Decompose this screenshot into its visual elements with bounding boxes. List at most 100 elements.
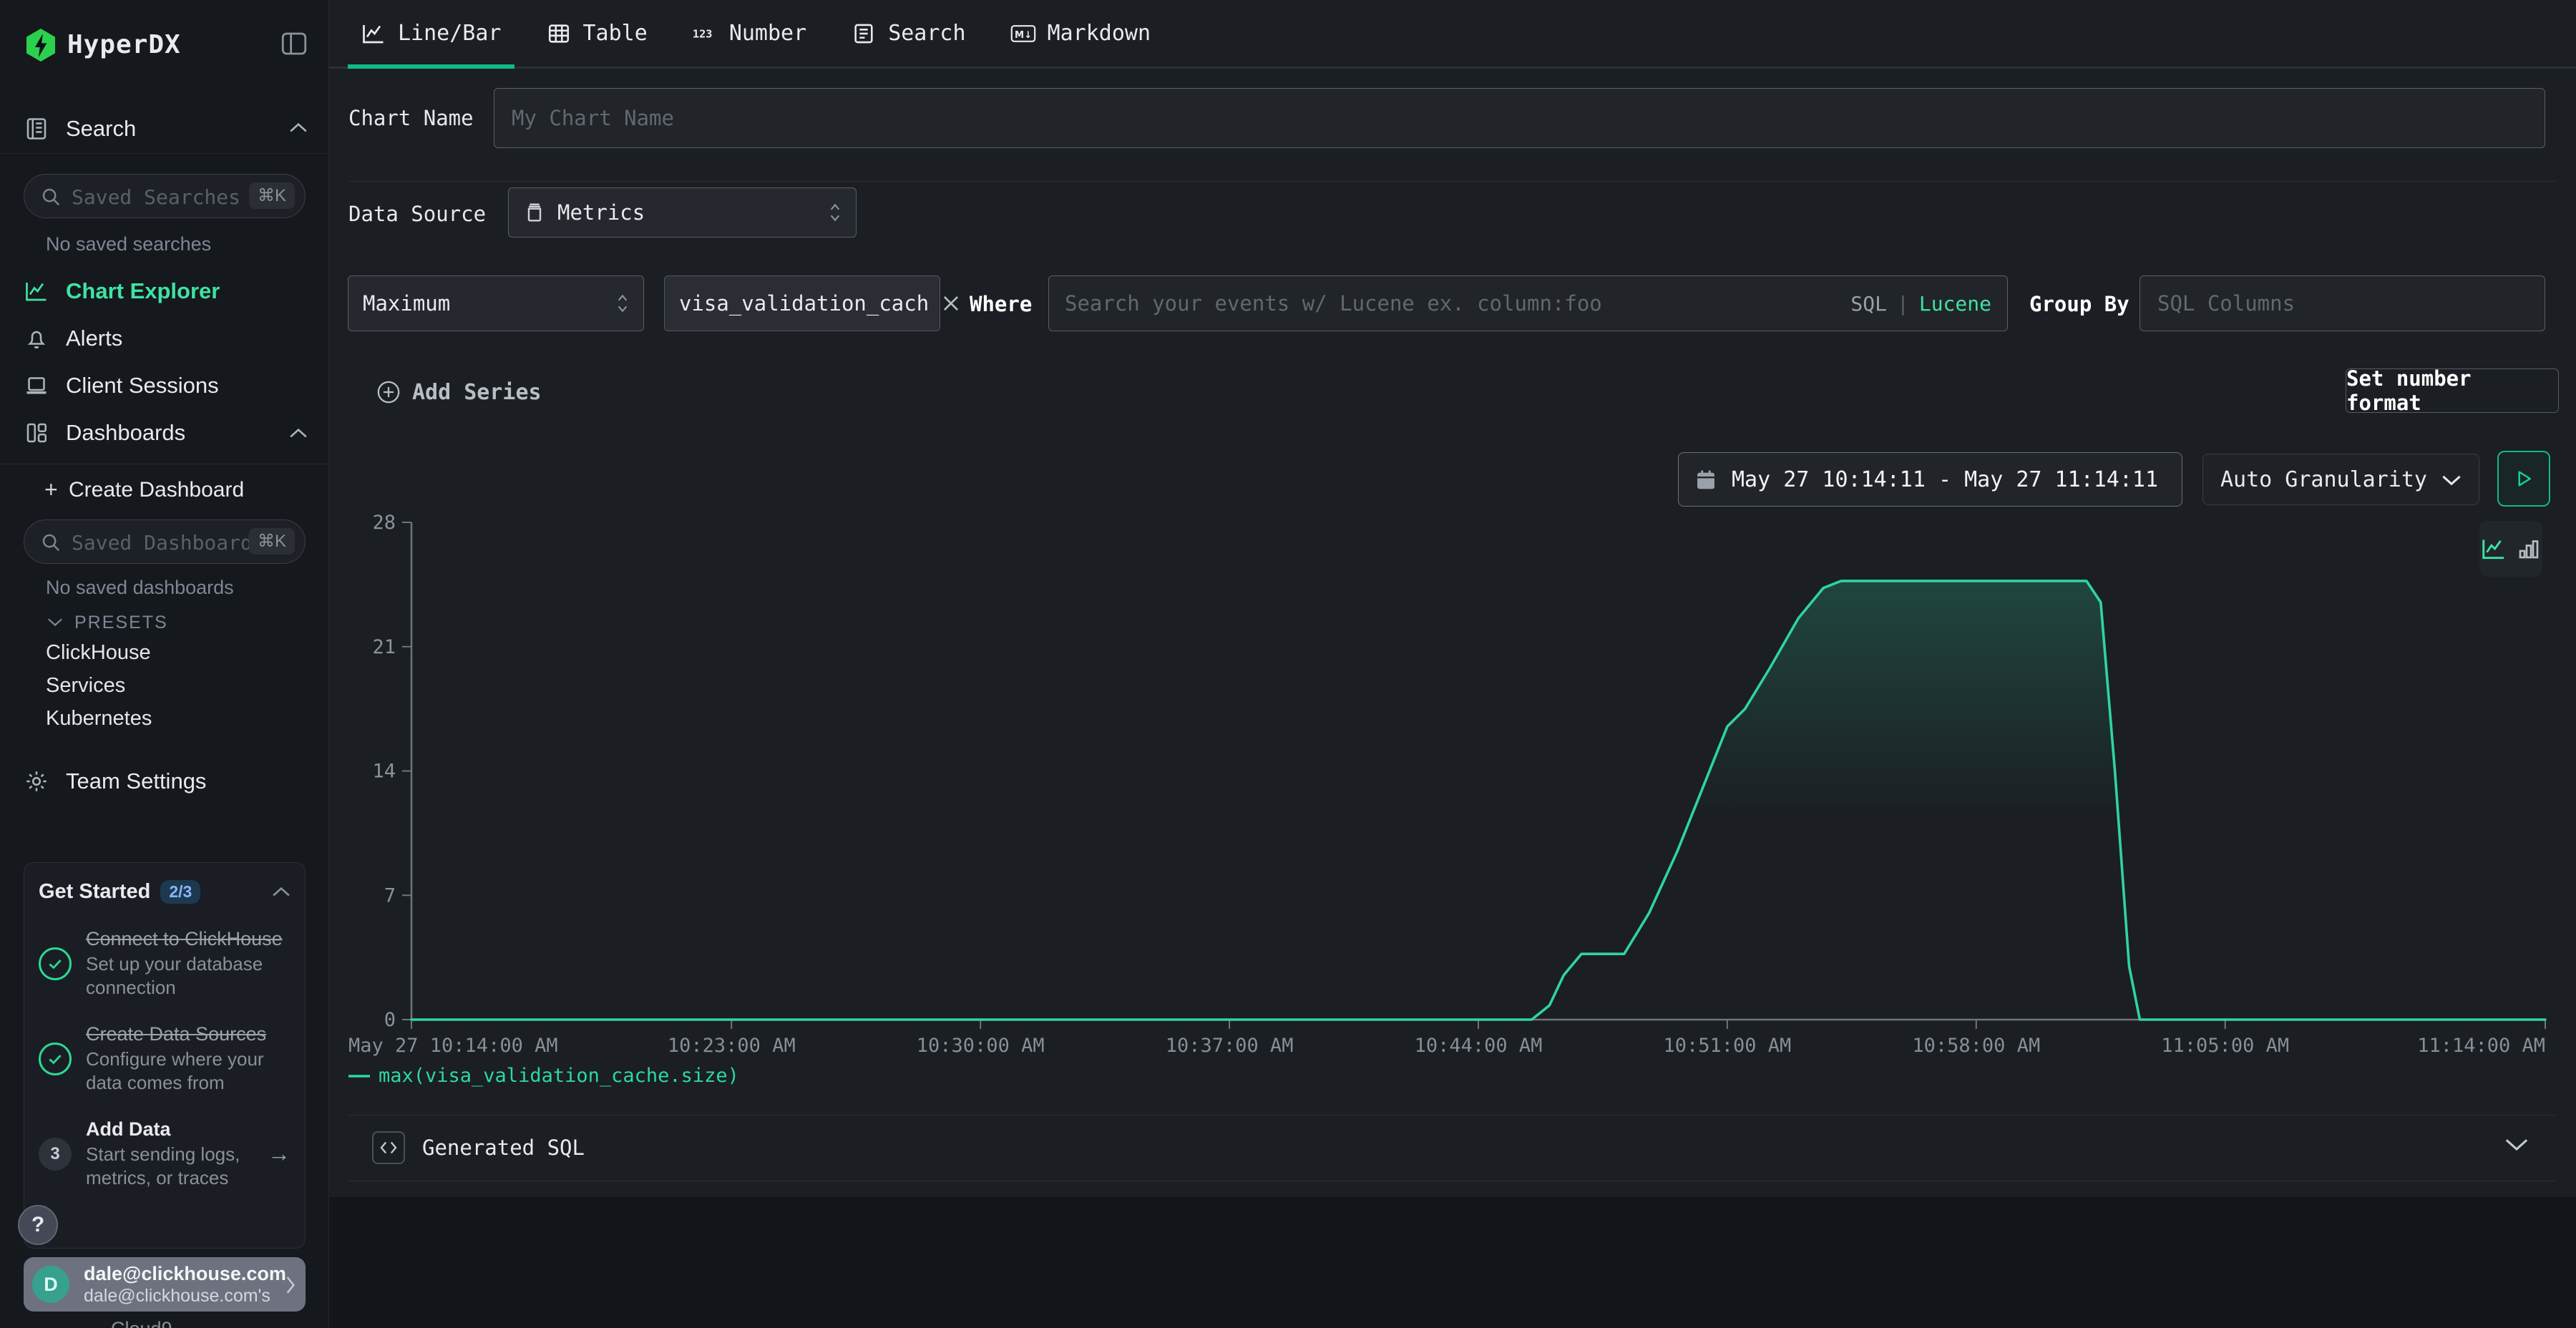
tab-number[interactable]: 123Number	[679, 0, 819, 67]
sidebar-team-settings[interactable]: Team Settings	[0, 758, 329, 804]
shortcut-badge: ⌘K	[249, 182, 295, 209]
preset-clickhouse[interactable]: ClickHouse	[46, 641, 151, 665]
timeseries-chart[interactable]: 07142128May 27 10:14:00 AM10:23:00 AM10:…	[329, 501, 2576, 1073]
divider	[348, 181, 2557, 182]
chart-name-label: Chart Name	[348, 106, 474, 130]
svg-text:May 27 10:14:00 AM: May 27 10:14:00 AM	[348, 1035, 558, 1057]
sql-toggle[interactable]: SQL	[1850, 292, 1887, 316]
svg-text:10:30:00 AM: 10:30:00 AM	[917, 1035, 1045, 1057]
create-dashboard-button[interactable]: + Create Dashboard	[0, 471, 329, 511]
check-circle-icon	[39, 1043, 73, 1075]
team-settings-label: Team Settings	[66, 768, 206, 794]
saved-searches-placeholder: Saved Searches	[72, 185, 240, 209]
tab-label: Table	[583, 21, 648, 46]
get-started-items: Connect to ClickHouseSet up your databas…	[39, 928, 291, 1189]
get-started-item-subtitle: Configure where your data comes from	[86, 1048, 291, 1094]
markdown-icon: M↓	[1010, 21, 1036, 47]
line-chart-icon	[24, 278, 49, 304]
sidebar-item-dashboards[interactable]: Dashboards	[0, 410, 329, 457]
preset-kubernetes[interactable]: Kubernetes	[46, 707, 152, 731]
svg-text:7: 7	[384, 884, 396, 907]
journal-search-icon	[24, 116, 49, 142]
svg-text:10:51:00 AM: 10:51:00 AM	[1663, 1035, 1791, 1057]
sidebar-item-alerts[interactable]: Alerts	[0, 316, 329, 363]
question-mark-icon: ?	[31, 1213, 44, 1237]
get-started-title: Get Started	[39, 880, 150, 904]
get-started-item[interactable]: Create Data SourcesConfigure where your …	[39, 1023, 291, 1094]
data-source-select[interactable]: Metrics	[508, 187, 857, 238]
close-icon[interactable]	[942, 294, 960, 313]
sidebar-item-label: Alerts	[66, 326, 122, 351]
tab-search[interactable]: Search	[838, 0, 978, 67]
tab-label: Line/Bar	[398, 21, 502, 46]
tab-table[interactable]: Table	[533, 0, 660, 67]
aggregation-value: Maximum	[363, 291, 450, 316]
granularity-select[interactable]: Auto Granularity	[2202, 454, 2479, 505]
svg-text:21: 21	[372, 636, 396, 658]
laptop-icon	[24, 373, 49, 399]
svg-text:11:05:00 AM: 11:05:00 AM	[2161, 1035, 2289, 1057]
presets-toggle[interactable]: PRESETS	[0, 608, 329, 638]
run-query-button[interactable]	[2497, 451, 2550, 507]
chevron-up-icon	[289, 427, 308, 440]
user-menu[interactable]: D dale@clickhouse.com dale@clickhouse.co…	[24, 1257, 306, 1312]
search-icon	[40, 532, 62, 553]
query-language-toggle: SQL | Lucene	[1850, 292, 1991, 316]
aggregation-select[interactable]: Maximum	[348, 275, 644, 331]
divider	[0, 153, 329, 154]
tab-markdown[interactable]: M↓Markdown	[997, 0, 1164, 67]
page-bottom-area	[329, 1197, 2576, 1328]
saved-searches-input[interactable]: Saved Searches ⌘K	[24, 174, 306, 218]
svg-text:M↓: M↓	[1015, 30, 1032, 41]
arrow-right-icon: →	[268, 1141, 291, 1167]
get-started-item[interactable]: Connect to ClickHouseSet up your databas…	[39, 928, 291, 999]
sidebar-collapse-icon[interactable]	[279, 29, 309, 59]
create-dashboard-label: Create Dashboard	[69, 478, 244, 502]
chevron-updown-icon	[616, 293, 629, 314]
list-icon	[851, 21, 877, 47]
saved-dashboards-input[interactable]: Saved Dashboards ⌘K	[24, 519, 306, 564]
metric-tag-label: visa_validation_cach	[679, 291, 929, 316]
lucene-toggle[interactable]: Lucene	[1919, 292, 1991, 316]
plus-circle-icon	[376, 380, 401, 404]
svg-text:10:23:00 AM: 10:23:00 AM	[668, 1035, 796, 1057]
sidebar-item-label: Dashboards	[66, 420, 185, 446]
svg-text:11:14:00 AM: 11:14:00 AM	[2417, 1035, 2545, 1057]
granularity-value: Auto Granularity	[2220, 467, 2427, 492]
logo-row: HyperDX	[0, 20, 329, 72]
tab-line-bar[interactable]: Line/Bar	[348, 0, 514, 67]
main-content: Line/Bar Table 123Number Search M↓Markdown C…	[329, 0, 2576, 1328]
user-team-overflow: Cloud9	[111, 1318, 172, 1328]
chart-name-input[interactable]	[494, 88, 2545, 148]
sidebar: HyperDX Search Saved Searches ⌘K No save…	[0, 0, 329, 1328]
get-started-item[interactable]: 3Add DataStart sending logs, metrics, or…	[39, 1118, 291, 1189]
chevron-up-icon	[289, 122, 308, 135]
help-button[interactable]: ?	[18, 1205, 58, 1245]
sidebar-item-chart-explorer[interactable]: Chart Explorer	[0, 268, 329, 316]
data-source-label: Data Source	[348, 202, 486, 226]
code-icon	[372, 1131, 405, 1164]
get-started-card: Get Started 2/3 Connect to ClickHouseSet…	[24, 862, 306, 1249]
date-range-text: May 27 10:14:11 - May 27 11:14:11	[1732, 467, 2158, 492]
sidebar-section-search[interactable]: Search	[0, 106, 329, 152]
date-range-picker[interactable]: May 27 10:14:11 - May 27 11:14:11	[1678, 452, 2182, 507]
metric-tag[interactable]: visa_validation_cach	[664, 275, 940, 331]
chevron-up-icon[interactable]	[272, 886, 291, 899]
set-number-format-button[interactable]: Set number format	[2346, 368, 2559, 413]
chevron-down-icon	[2504, 1137, 2529, 1154]
where-input[interactable]	[1065, 291, 1850, 316]
generated-sql-row[interactable]: Generated SQL	[329, 1115, 2576, 1181]
where-search-box: SQL | Lucene	[1048, 275, 2008, 331]
toggle-divider: |	[1897, 292, 1909, 316]
get-started-item-title: Connect to ClickHouse	[86, 928, 291, 950]
presets-label: PRESETS	[74, 612, 168, 633]
add-series-button[interactable]: Add Series	[376, 371, 542, 414]
preset-services[interactable]: Services	[46, 674, 125, 698]
group-by-input[interactable]	[2140, 275, 2545, 331]
get-started-item-title: Add Data	[86, 1118, 255, 1141]
svg-text:28: 28	[372, 512, 396, 534]
app-title: HyperDX	[67, 30, 181, 59]
sidebar-item-client-sessions[interactable]: Client Sessions	[0, 363, 329, 410]
tab-label: Number	[729, 21, 806, 46]
chevron-updown-icon	[829, 202, 841, 223]
